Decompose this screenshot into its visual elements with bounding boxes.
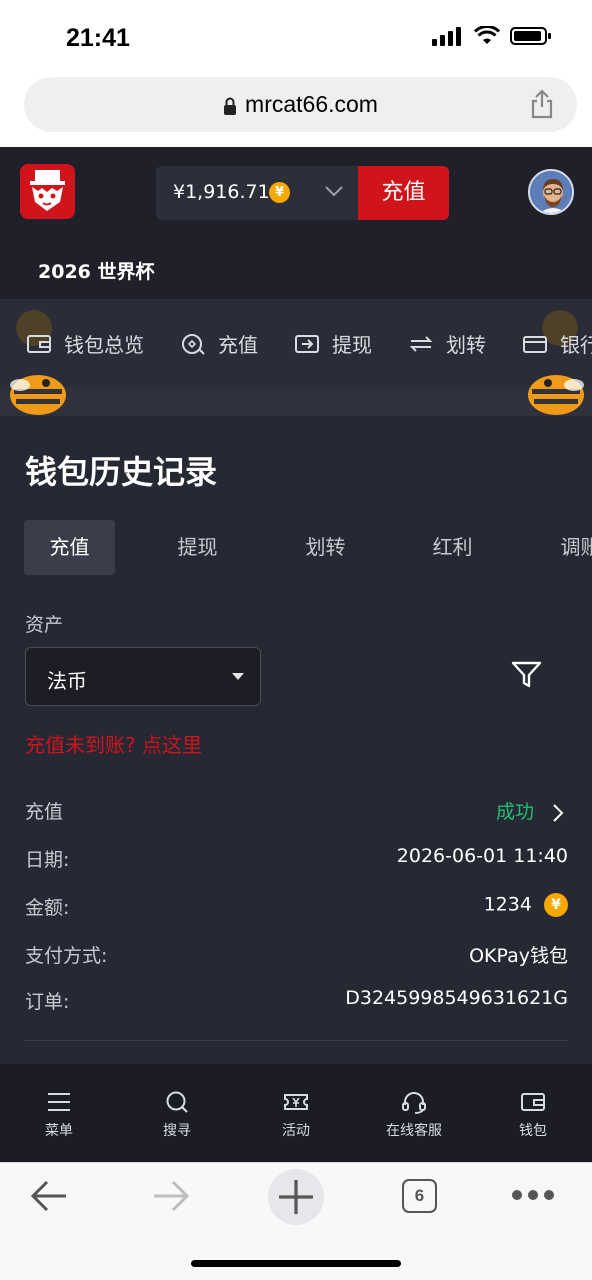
balance-selector[interactable]: ¥1,916.71 ¥ bbox=[156, 166, 358, 220]
nav-label: 提现 bbox=[332, 333, 372, 357]
menu-icon bbox=[48, 1093, 70, 1111]
more-icon[interactable] bbox=[511, 1189, 555, 1201]
asset-value: 法币 bbox=[47, 669, 87, 693]
site-logo[interactable] bbox=[20, 164, 75, 219]
asset-label: 资产 bbox=[25, 614, 64, 636]
tab-bonus[interactable]: 红利 bbox=[407, 520, 498, 575]
record-date-row: 日期: 2026-06-01 11:40 bbox=[25, 845, 568, 875]
headset-icon bbox=[402, 1092, 426, 1114]
withdraw-icon bbox=[295, 334, 319, 353]
method-value: OKPay钱包 bbox=[469, 945, 568, 967]
amount-label: 金额: bbox=[25, 897, 70, 919]
tab-transfer[interactable]: 划转 bbox=[280, 520, 371, 575]
bottom-nav-label: 搜寻 bbox=[163, 1123, 191, 1139]
bottom-nav-label: 钱包 bbox=[519, 1123, 547, 1139]
filter-icon[interactable] bbox=[511, 660, 542, 690]
nav-label: 钱包总览 bbox=[64, 333, 144, 357]
status-time: 21:41 bbox=[66, 24, 130, 52]
url-text: mrcat66.com bbox=[245, 91, 378, 117]
signal-icon bbox=[432, 27, 461, 46]
page-title: 钱包历史记录 bbox=[25, 453, 218, 491]
nav-bank-card[interactable]: 银行卡 bbox=[522, 329, 592, 358]
nav-wallet-overview[interactable]: 钱包总览 bbox=[26, 329, 144, 358]
method-label: 支付方式: bbox=[25, 945, 108, 967]
forward-arrow-icon[interactable] bbox=[152, 1179, 190, 1213]
status-badge: 成功 bbox=[495, 801, 534, 823]
bottom-nav-promotions[interactable]: 活动 bbox=[246, 1090, 346, 1140]
bottom-nav-label: 菜单 bbox=[45, 1123, 73, 1139]
balance-amount: ¥1,916.71 bbox=[173, 181, 270, 203]
chevron-right-icon[interactable] bbox=[548, 803, 568, 823]
bottom-nav-label: 活动 bbox=[282, 1123, 310, 1139]
share-icon[interactable] bbox=[529, 89, 555, 119]
user-avatar-icon bbox=[530, 171, 572, 213]
search-icon bbox=[166, 1091, 188, 1113]
deposit-button[interactable]: 充值 bbox=[358, 166, 449, 220]
card-icon bbox=[523, 335, 547, 353]
promo-title[interactable]: 2026 世界杯 bbox=[38, 257, 155, 284]
caret-down-icon bbox=[232, 673, 244, 680]
order-label: 订单: bbox=[25, 991, 70, 1013]
plus-icon bbox=[279, 1180, 313, 1214]
bottom-nav-support[interactable]: 在线客服 bbox=[364, 1090, 464, 1140]
record-header: 充值 成功 bbox=[25, 797, 568, 827]
deposit-help-link[interactable]: 充值未到账? 点这里 bbox=[25, 729, 202, 758]
avatar[interactable] bbox=[528, 169, 574, 215]
asset-select[interactable]: 法币 bbox=[25, 647, 261, 706]
bottom-nav: 菜单 搜寻 活动 在线客服 钱包 bbox=[0, 1064, 592, 1162]
status-icons bbox=[432, 26, 552, 46]
cat-logo-icon bbox=[30, 170, 65, 211]
order-value: D3245998549631621G bbox=[345, 987, 568, 1009]
wallet-icon bbox=[521, 1093, 545, 1111]
wifi-icon bbox=[474, 26, 500, 44]
wallet-icon bbox=[27, 334, 51, 353]
back-arrow-icon[interactable] bbox=[30, 1179, 68, 1213]
nav-transfer[interactable]: 划转 bbox=[408, 329, 486, 358]
bottom-nav-wallet[interactable]: 钱包 bbox=[483, 1090, 583, 1140]
record-amount-row: 金额: 1234 ¥ bbox=[25, 893, 568, 923]
divider bbox=[25, 1040, 568, 1041]
tabs-button[interactable]: 6 bbox=[402, 1179, 437, 1213]
status-bar: 21:41 bbox=[0, 0, 592, 76]
new-tab-button[interactable] bbox=[268, 1169, 324, 1225]
address-bar[interactable]: mrcat66.com bbox=[24, 77, 577, 132]
tab-adjustment[interactable]: 调账 bbox=[535, 520, 592, 575]
bottom-nav-search[interactable]: 搜寻 bbox=[127, 1090, 227, 1140]
transfer-icon bbox=[409, 335, 433, 352]
deposit-icon bbox=[182, 333, 205, 355]
date-value: 2026-06-01 11:40 bbox=[396, 845, 568, 867]
record-type: 充值 bbox=[25, 801, 64, 823]
ticket-icon bbox=[284, 1094, 308, 1110]
nav-withdraw[interactable]: 提现 bbox=[294, 329, 372, 358]
site-header: ¥1,916.71 ¥ 充值 2026 世界杯 bbox=[0, 147, 592, 299]
history-tabs: 充值 提现 划转 红利 调账 bbox=[24, 520, 592, 575]
chevron-down-icon bbox=[325, 186, 343, 197]
record-order-row: 订单: D3245998549631621G bbox=[25, 987, 568, 1017]
amount-value: 1234 bbox=[483, 893, 532, 916]
home-indicator[interactable] bbox=[191, 1260, 401, 1267]
web-page: ¥1,916.71 ¥ 充值 2026 世界杯 钱包总览 充值 提现 划转 银行… bbox=[0, 147, 592, 1162]
date-label: 日期: bbox=[25, 849, 70, 871]
nav-deposit[interactable]: 充值 bbox=[180, 329, 258, 358]
wallet-nav: 钱包总览 充值 提现 划转 银行卡 bbox=[0, 299, 592, 416]
record-method-row: 支付方式: OKPay钱包 bbox=[25, 941, 568, 971]
coin-icon: ¥ bbox=[544, 893, 568, 917]
bottom-nav-label: 在线客服 bbox=[386, 1123, 442, 1139]
nav-label: 充值 bbox=[218, 333, 258, 357]
battery-icon bbox=[510, 27, 551, 45]
nav-label: 划转 bbox=[446, 333, 486, 357]
bee-mascot-icon bbox=[10, 310, 66, 415]
tab-withdraw[interactable]: 提现 bbox=[152, 520, 243, 575]
bottom-nav-menu[interactable]: 菜单 bbox=[9, 1090, 109, 1140]
tab-deposit[interactable]: 充值 bbox=[24, 520, 115, 575]
nav-label: 银行卡 bbox=[560, 333, 592, 357]
bee-mascot-icon bbox=[528, 310, 584, 415]
lock-icon bbox=[224, 97, 237, 115]
coin-icon: ¥ bbox=[269, 182, 290, 203]
